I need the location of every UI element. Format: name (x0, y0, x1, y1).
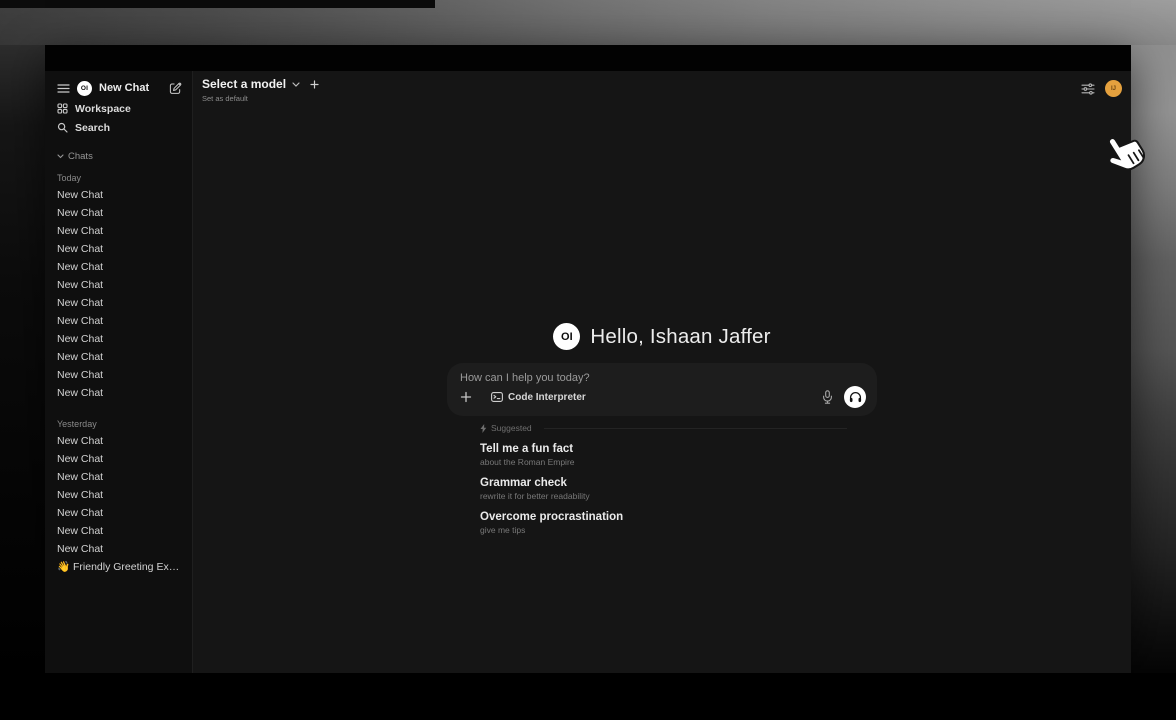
suggested-prompt-title: Grammar check (480, 477, 877, 489)
chat-list-item[interactable]: New Chat (45, 366, 192, 384)
sidebar-title[interactable]: New Chat (99, 82, 149, 94)
chat-group-label-today: Today (45, 171, 192, 186)
chat-list-item[interactable]: New Chat (45, 522, 192, 540)
suggested-prompts-list: Tell me a fun fact about the Roman Empir… (480, 443, 877, 535)
wallpaper-left-strip (0, 45, 45, 720)
voice-call-button[interactable] (844, 386, 866, 408)
chevron-down-icon (57, 154, 64, 159)
chat-list-item[interactable]: New Chat (45, 486, 192, 504)
app-logo: OI (77, 81, 92, 96)
chat-list-item[interactable]: New Chat (45, 312, 192, 330)
suggested-prompt-title: Tell me a fun fact (480, 443, 877, 455)
suggested-label: Suggested (491, 423, 532, 433)
model-selector-label: Select a model (202, 77, 286, 91)
chat-list-item[interactable]: New Chat (45, 294, 192, 312)
main-panel: Select a model Set as default IJ (193, 71, 1131, 673)
suggested-divider (544, 428, 847, 429)
suggested-section: Suggested Tell me a fun fact about the R… (447, 423, 877, 535)
bolt-icon (480, 424, 487, 433)
suggested-prompt[interactable]: Tell me a fun fact about the Roman Empir… (480, 443, 877, 467)
chat-list-item[interactable]: New Chat (45, 450, 192, 468)
suggested-prompt-subtitle: rewrite it for better readability (480, 491, 877, 501)
chat-list-item[interactable]: New Chat (45, 240, 192, 258)
headphones-icon (849, 391, 862, 403)
chat-list-today: New ChatNew ChatNew ChatNew ChatNew Chat… (45, 186, 192, 402)
plus-icon[interactable] (310, 80, 319, 89)
code-interpreter-label: Code Interpreter (508, 392, 586, 403)
sidebar: OI New Chat Workspace Search (45, 71, 193, 673)
chat-list-item[interactable]: New Chat (45, 504, 192, 522)
sidebar-item-label: Search (75, 122, 110, 134)
code-interpreter-toggle[interactable]: Code Interpreter (491, 392, 586, 403)
suggested-prompt-title: Overcome procrastination (480, 511, 877, 523)
hero-section: OI Hello, Ishaan Jaffer How can I help y… (447, 323, 877, 545)
wallpaper-bottom-band (0, 673, 1176, 720)
microphone-icon[interactable] (822, 390, 833, 404)
chat-list-item[interactable]: New Chat (45, 204, 192, 222)
chat-list-item[interactable]: New Chat (45, 222, 192, 240)
chats-section-toggle[interactable]: Chats (45, 150, 192, 163)
chats-section-label: Chats (68, 151, 93, 162)
chat-list-yesterday: New ChatNew ChatNew ChatNew ChatNew Chat… (45, 432, 192, 558)
message-composer[interactable]: How can I help you today? Code Interpret… (447, 363, 877, 416)
suggested-prompt[interactable]: Grammar check rewrite it for better read… (480, 477, 877, 501)
suggested-prompt-subtitle: give me tips (480, 525, 877, 535)
app-window: OI New Chat Workspace Search (45, 45, 1131, 673)
chat-list-item[interactable]: New Chat (45, 384, 192, 402)
chat-list-item[interactable]: New Chat (45, 186, 192, 204)
suggested-prompt[interactable]: Overcome procrastination give me tips (480, 511, 877, 535)
hamburger-icon[interactable] (57, 83, 70, 94)
sidebar-item-workspace[interactable]: Workspace (45, 99, 192, 118)
model-selector[interactable]: Select a model (202, 77, 319, 91)
wallpaper-right-strip (1131, 45, 1176, 720)
sidebar-header: OI New Chat (45, 77, 192, 99)
chat-list-item[interactable]: New Chat (45, 468, 192, 486)
greeting-text: Hello, Ishaan Jaffer (590, 325, 770, 349)
chat-list-item[interactable]: New Chat (45, 540, 192, 558)
suggested-prompt-subtitle: about the Roman Empire (480, 457, 877, 467)
chevron-down-icon (292, 82, 300, 87)
sidebar-item-search[interactable]: Search (45, 118, 192, 137)
message-input[interactable]: How can I help you today? (460, 372, 866, 384)
attach-plus-icon[interactable] (460, 391, 472, 403)
chat-list-item[interactable]: New Chat (45, 276, 192, 294)
wallpaper-top-strip (0, 0, 435, 8)
chat-list-item[interactable]: New Chat (45, 330, 192, 348)
chat-list-item[interactable]: New Chat (45, 348, 192, 366)
user-avatar[interactable]: IJ (1105, 80, 1122, 97)
grid-icon (57, 103, 68, 114)
pencil-square-icon[interactable] (169, 82, 182, 95)
app-logo-large: OI (553, 323, 580, 350)
set-as-default-button[interactable]: Set as default (202, 94, 319, 103)
chat-list-item[interactable]: New Chat (45, 432, 192, 450)
sliders-icon[interactable] (1081, 83, 1095, 95)
window-top-bar (45, 45, 1131, 71)
chat-list-item[interactable]: New Chat (45, 258, 192, 276)
chat-list-item-named[interactable]: 👋 Friendly Greeting Exchange (45, 558, 192, 576)
sidebar-item-label: Workspace (75, 103, 131, 115)
terminal-icon (491, 392, 503, 402)
search-icon (57, 122, 68, 133)
chat-group-label-yesterday: Yesterday (45, 417, 192, 432)
